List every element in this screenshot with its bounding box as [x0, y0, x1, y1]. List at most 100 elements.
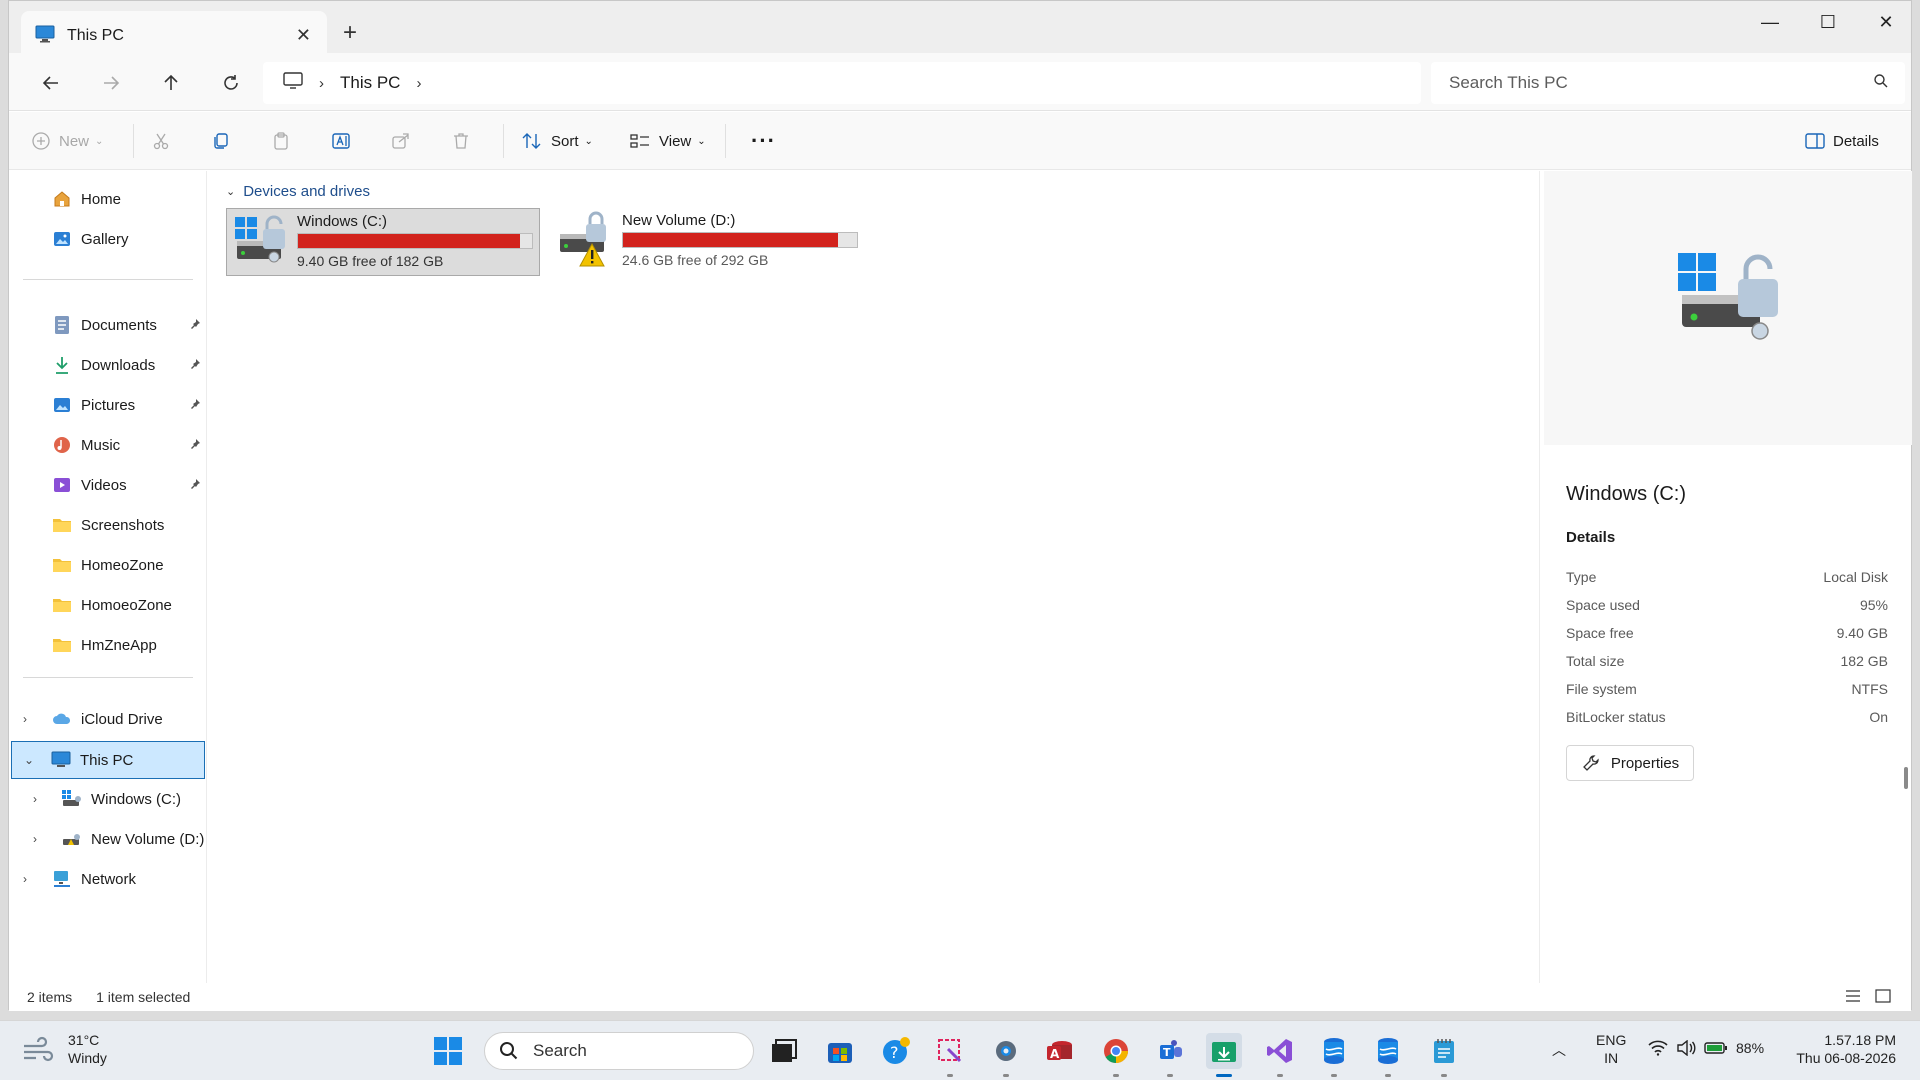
- chevron-down-icon[interactable]: ⌄: [24, 753, 34, 767]
- drive-tile-d[interactable]: New Volume (D:) 24.6 GB free of 292 GB: [552, 208, 866, 276]
- new-tab-button[interactable]: +: [343, 19, 357, 47]
- pin-icon[interactable]: [189, 438, 201, 453]
- new-button[interactable]: New ⌄: [31, 125, 103, 157]
- settings-app[interactable]: [988, 1033, 1024, 1077]
- chevron-right-icon[interactable]: ›: [33, 792, 37, 806]
- minimize-button[interactable]: —: [1741, 7, 1799, 37]
- language-indicator[interactable]: ENG IN: [1596, 1031, 1626, 1067]
- chevron-right-icon[interactable]: ›: [23, 712, 27, 726]
- file-explorer-window: This PC ✕ + — ☐ ✕ › This PC › Search Thi…: [8, 0, 1915, 1011]
- running-indicator: [1167, 1074, 1173, 1077]
- paste-button[interactable]: [271, 125, 291, 157]
- drive-usage-fill: [298, 234, 521, 248]
- forward-button[interactable]: [95, 67, 127, 99]
- pin-icon[interactable]: [189, 318, 201, 333]
- scrollbar-thumb[interactable]: [1904, 767, 1908, 789]
- pin-icon[interactable]: [189, 478, 201, 493]
- sidebar-item-screenshots[interactable]: Screenshots: [9, 507, 207, 543]
- taskbar: 31°C Windy Search ? A T ︿ ENG IN 88% 1.5…: [0, 1020, 1920, 1080]
- chevron-right-icon[interactable]: ›: [319, 75, 324, 92]
- sidebar-item-documents[interactable]: Documents: [9, 307, 207, 343]
- help-app[interactable]: ?: [878, 1033, 914, 1069]
- chrome-app[interactable]: [1098, 1033, 1134, 1077]
- sidebar-item-homeozone[interactable]: HomeoZone: [9, 547, 207, 583]
- refresh-button[interactable]: [215, 67, 247, 99]
- help-icon: ?: [883, 1037, 910, 1064]
- arrow-up-icon: [164, 74, 178, 90]
- snipping-tool-app[interactable]: [932, 1033, 968, 1077]
- delete-button[interactable]: [451, 125, 471, 157]
- chevron-right-icon[interactable]: ›: [33, 832, 37, 846]
- drive-usage-bar: [622, 232, 858, 248]
- group-header-devices[interactable]: ⌄ Devices and drives: [226, 183, 370, 200]
- up-button[interactable]: [155, 67, 187, 99]
- wrench-icon: [1582, 755, 1599, 771]
- teams-app[interactable]: T: [1152, 1033, 1188, 1077]
- address-bar[interactable]: › This PC ›: [263, 62, 1421, 104]
- arrow-left-icon: [42, 76, 58, 90]
- sidebar-item-homoeozone[interactable]: HomoeoZone: [9, 587, 207, 623]
- store-app[interactable]: [822, 1033, 858, 1069]
- chevron-right-icon[interactable]: ›: [416, 75, 421, 92]
- pin-icon[interactable]: [189, 398, 201, 413]
- file-view[interactable]: ⌄ Devices and drives Windows (C:) 9.40 G…: [208, 171, 1538, 983]
- sidebar-item-pictures[interactable]: Pictures: [9, 387, 207, 423]
- sort-button[interactable]: Sort ⌄: [521, 125, 593, 157]
- sidebar-item-home[interactable]: Home: [9, 181, 207, 217]
- chevron-down-icon[interactable]: ⌄: [226, 185, 235, 198]
- details-row-label: Space used: [1566, 597, 1640, 613]
- notepad-app[interactable]: [1426, 1033, 1462, 1077]
- sql-app-1[interactable]: [1316, 1033, 1352, 1077]
- sidebar-item-this-pc[interactable]: ⌄ This PC: [11, 741, 205, 779]
- running-indicator: [1277, 1074, 1283, 1077]
- details-label: Details: [1833, 132, 1879, 150]
- copy-button[interactable]: [211, 125, 231, 157]
- more-options-button[interactable]: ···: [751, 125, 776, 157]
- sidebar-item-network[interactable]: › Network: [9, 861, 207, 897]
- view-button[interactable]: View ⌄: [629, 125, 706, 157]
- maximize-button[interactable]: ☐: [1799, 7, 1857, 37]
- pin-icon[interactable]: [189, 358, 201, 373]
- show-hidden-icons-button[interactable]: ︿: [1552, 1041, 1566, 1059]
- sidebar-item-hmzneapp[interactable]: HmZneApp: [9, 627, 207, 663]
- sql-app-2[interactable]: [1370, 1033, 1406, 1077]
- breadcrumb-this-pc[interactable]: This PC: [340, 73, 400, 93]
- access-app[interactable]: A: [1042, 1033, 1078, 1069]
- back-button[interactable]: [35, 67, 67, 99]
- sidebar-item-windows-c[interactable]: › Windows (C:): [9, 781, 207, 817]
- list-view-icon[interactable]: [1845, 989, 1861, 1006]
- quick-settings[interactable]: 88%: [1648, 1039, 1764, 1057]
- navigation-pane: Home Gallery Documents Downloads Pictures M…: [9, 171, 207, 983]
- properties-button[interactable]: Properties: [1566, 745, 1694, 781]
- cut-button[interactable]: [151, 125, 171, 157]
- details-row: Space used 95%: [1566, 597, 1888, 613]
- start-button[interactable]: [430, 1033, 466, 1069]
- file-explorer-app[interactable]: [1206, 1033, 1242, 1077]
- details-pane-button[interactable]: Details: [1805, 125, 1879, 157]
- search-icon[interactable]: [1873, 73, 1889, 94]
- sidebar-item-music[interactable]: Music: [9, 427, 207, 463]
- sidebar-item-new-volume-d[interactable]: › New Volume (D:): [9, 821, 207, 857]
- sidebar-item-icloud-drive[interactable]: › iCloud Drive: [9, 701, 207, 737]
- vertical-scrollbar[interactable]: [1901, 111, 1911, 1011]
- weather-widget[interactable]: 31°C Windy: [22, 1031, 107, 1067]
- taskbar-search[interactable]: Search: [484, 1032, 754, 1070]
- sidebar-item-gallery[interactable]: Gallery: [9, 221, 207, 257]
- visual-studio-app[interactable]: [1262, 1033, 1298, 1077]
- search-box[interactable]: Search This PC: [1431, 62, 1905, 104]
- task-view-icon: [772, 1039, 797, 1062]
- rename-button[interactable]: [331, 125, 353, 157]
- close-tab-icon[interactable]: ✕: [296, 25, 311, 46]
- chevron-right-icon[interactable]: ›: [23, 872, 27, 886]
- battery-percent: 88%: [1736, 1040, 1765, 1056]
- sidebar-item-videos[interactable]: Videos: [9, 467, 207, 503]
- share-button[interactable]: [391, 125, 411, 157]
- close-window-button[interactable]: ✕: [1857, 7, 1915, 37]
- toolbar-divider: [503, 124, 504, 158]
- task-view-button[interactable]: [766, 1033, 802, 1069]
- sidebar-item-downloads[interactable]: Downloads: [9, 347, 207, 383]
- drive-tile-c[interactable]: Windows (C:) 9.40 GB free of 182 GB: [226, 208, 540, 276]
- drive-free-space: 24.6 GB free of 292 GB: [622, 252, 769, 268]
- tiles-view-icon[interactable]: [1875, 989, 1891, 1006]
- clock[interactable]: 1.57.18 PM Thu 06-08-2026: [1786, 1031, 1896, 1067]
